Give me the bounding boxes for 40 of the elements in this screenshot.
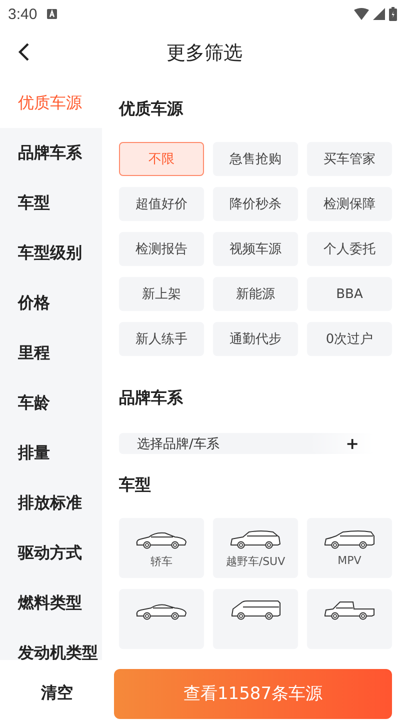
filter-chip[interactable]: BBA	[307, 277, 392, 311]
filter-chip[interactable]: 0次过户	[307, 322, 392, 356]
filter-chip[interactable]: 个人委托	[307, 232, 392, 266]
filter-chip[interactable]: 买车管家	[307, 142, 392, 176]
section-title: 品牌车系	[119, 387, 184, 409]
car-label: 轿车	[150, 554, 172, 569]
filter-chip[interactable]: 新能源	[213, 277, 298, 311]
wifi-icon	[354, 8, 369, 20]
signal-icon	[373, 8, 385, 20]
section-title: 优质车源	[119, 98, 184, 120]
page-title: 更多筛选	[166, 41, 242, 66]
car-icon	[228, 528, 282, 550]
status-time: 3:40	[8, 6, 38, 22]
picker-label: 选择品牌/车系	[137, 436, 220, 452]
filter-chip[interactable]: 超值好价	[119, 187, 204, 221]
car-type-card[interactable]: 越野车/SUV	[213, 518, 298, 578]
filter-chip[interactable]: 检测保障	[307, 187, 392, 221]
car-type-card[interactable]	[119, 589, 204, 649]
car-label: MPV	[338, 554, 362, 567]
filter-chip[interactable]: 新人练手	[119, 322, 204, 356]
clear-button[interactable]: 清空	[0, 683, 114, 704]
section-title: 车型	[119, 474, 152, 496]
filter-chip[interactable]: 新上架	[119, 277, 204, 311]
filter-chip[interactable]: 通勤代步	[213, 322, 298, 356]
back-button[interactable]	[18, 43, 30, 61]
battery-icon	[389, 7, 397, 21]
notification-icon	[47, 9, 58, 19]
car-type-card[interactable]	[213, 589, 298, 649]
filter-chip[interactable]: 视频车源	[213, 232, 298, 266]
filter-chip[interactable]: 检测报告	[119, 232, 204, 266]
car-icon	[228, 599, 282, 621]
car-type-card[interactable]: MPV	[307, 518, 392, 578]
car-label: 越野车/SUV	[226, 554, 286, 569]
plus-icon: +	[346, 434, 359, 453]
filter-chip[interactable]: 急售抢购	[213, 142, 298, 176]
filter-chip[interactable]: 降价秒杀	[213, 187, 298, 221]
car-icon	[322, 599, 376, 621]
car-icon	[322, 528, 376, 550]
car-type-card[interactable]	[307, 589, 392, 649]
car-type-card[interactable]: 轿车	[119, 518, 204, 578]
